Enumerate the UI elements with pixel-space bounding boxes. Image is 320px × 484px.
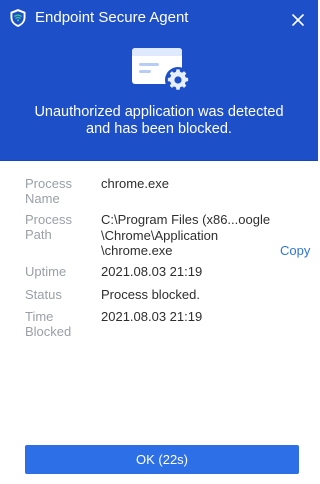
detail-label-line: Time: [25, 309, 54, 324]
detail-value: chrome.exe: [101, 176, 276, 192]
detail-label-line: Process: [25, 212, 72, 227]
detail-value: Process blocked.: [101, 287, 276, 303]
blocked-message-line-1: Unauthorized application was detected: [34, 104, 284, 120]
title-bar: Endpoint Secure Agent: [0, 0, 318, 36]
copy-path-link[interactable]: Copy: [280, 243, 310, 258]
detail-label-line: Blocked: [25, 324, 72, 339]
detail-value-line: chrome.exe: [101, 176, 169, 191]
detail-value-line: 2021.08.03 21:19: [101, 264, 203, 279]
detail-value-line: \Chrome\Application: [101, 227, 219, 243]
detail-value-line: 2021.08.03 21:19: [101, 309, 203, 324]
detail-value-line: \chrome.exe: [101, 243, 173, 258]
detail-value: 2021.08.03 21:19: [101, 309, 276, 325]
detail-label: Uptime: [25, 264, 95, 279]
detail-label: Process Name: [25, 176, 95, 206]
ok-button[interactable]: OK (22s): [25, 445, 299, 474]
detail-label: Time Blocked: [25, 309, 95, 339]
detail-value-line: C:\Program Files (x86...oogle: [101, 212, 271, 227]
detail-label-line: Path: [25, 227, 52, 242]
blocked-message: Unauthorized application was detected an…: [10, 104, 308, 138]
detail-label-line: Uptime: [25, 264, 67, 279]
detail-label-line: Name: [25, 191, 60, 206]
detail-label-line: Process: [25, 176, 72, 191]
detail-value: C:\Program Files (x86...oogle \Chrome\Ap…: [101, 212, 276, 259]
close-icon[interactable]: [287, 9, 309, 31]
detail-value-line: Process blocked.: [101, 287, 200, 302]
window-title: Endpoint Secure Agent: [35, 9, 189, 26]
header-banner: Endpoint Secure Agent Unauthorized appli…: [0, 0, 318, 161]
detail-label: Process Path: [25, 212, 95, 242]
detail-label-line: Status: [25, 287, 62, 302]
shield-logo-icon: [10, 9, 26, 27]
detail-label: Status: [25, 287, 95, 302]
blocked-message-line-2: and has been blocked.: [86, 121, 232, 137]
blocked-application-settings-icon: [132, 48, 191, 93]
detail-value: 2021.08.03 21:19: [101, 264, 276, 280]
